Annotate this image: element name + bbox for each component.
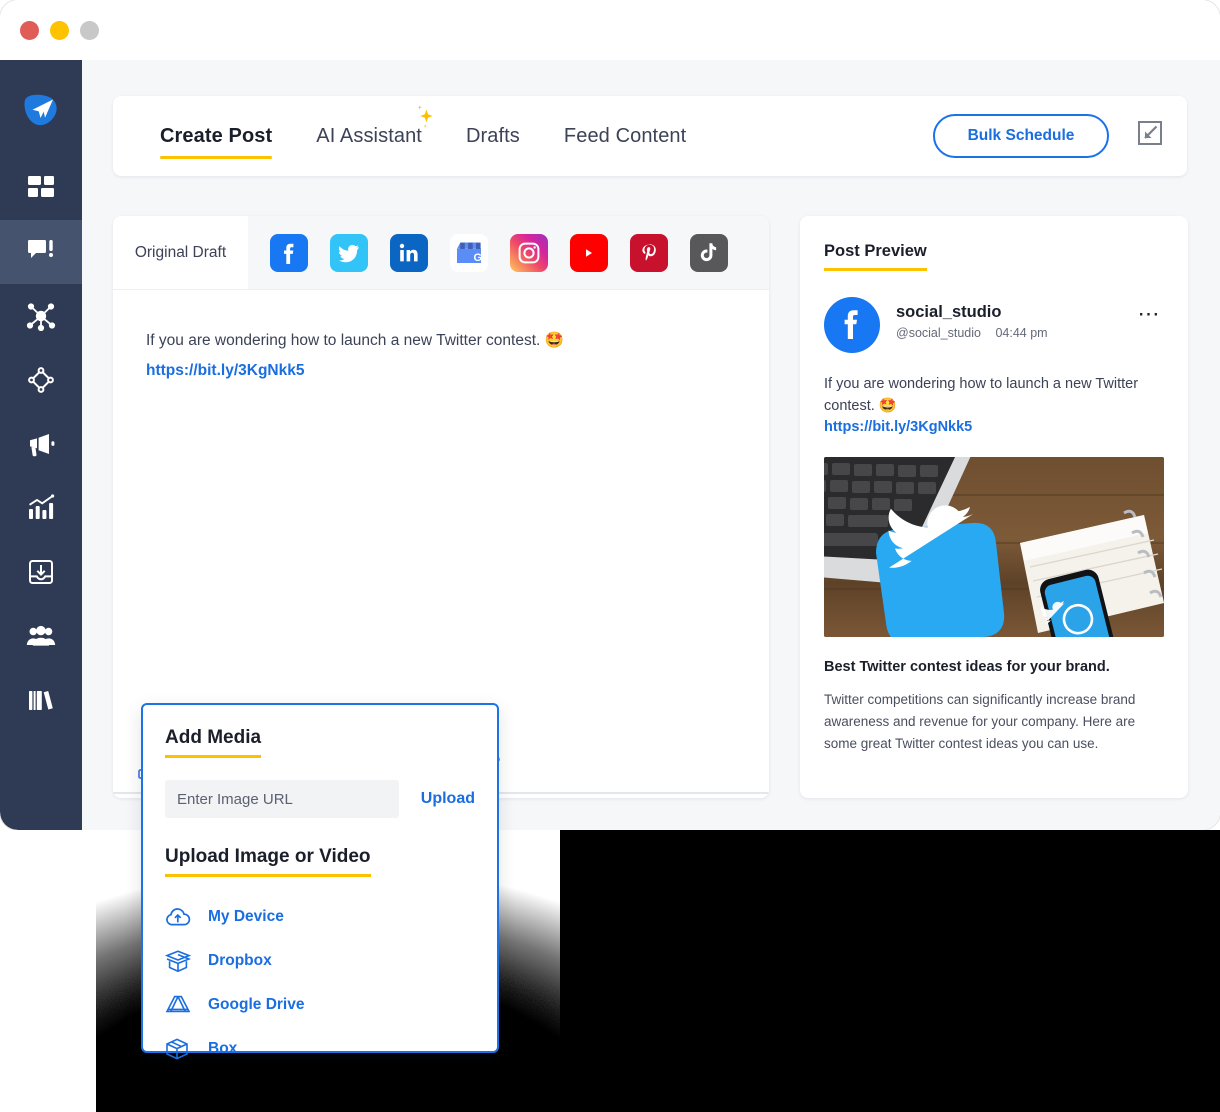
image-url-row: Upload: [165, 780, 475, 818]
sidebar-item-dashboard[interactable]: [0, 156, 82, 220]
svg-text:G: G: [474, 252, 483, 264]
upload-button[interactable]: Upload: [421, 790, 475, 808]
image-url-input[interactable]: [165, 780, 399, 818]
app-root: Create Post AI Assistant Drafts Feed Con…: [0, 0, 1220, 1112]
upload-source-label: Dropbox: [208, 952, 272, 969]
preview-account-meta: @social_studio 04:44 pm: [896, 326, 1048, 340]
sidebar-item-engage[interactable]: [0, 284, 82, 348]
sidebar-item-analytics[interactable]: [0, 476, 82, 540]
top-tab-bar: Create Post AI Assistant Drafts Feed Con…: [113, 96, 1187, 176]
preview-link-title: Best Twitter contest ideas for your bran…: [824, 658, 1110, 675]
platform-tab-facebook[interactable]: [270, 233, 308, 272]
upload-source-box[interactable]: Box: [165, 1027, 475, 1071]
tab-original-draft[interactable]: Original Draft: [113, 216, 248, 289]
platform-tab-pinterest[interactable]: [630, 233, 668, 272]
preview-title: Post Preview: [824, 242, 927, 271]
close-window-button[interactable]: [20, 20, 39, 40]
bar-chart-trend-icon: [27, 494, 55, 522]
paper-plane-icon: [19, 86, 63, 130]
users-group-icon: [26, 624, 56, 648]
tab-ai-assistant[interactable]: AI Assistant: [294, 104, 444, 148]
preview-account-name: social_studio: [896, 303, 1002, 321]
post-preview-card: Post Preview social_studio @social_studi…: [800, 216, 1188, 798]
minimize-window-button[interactable]: [50, 20, 69, 40]
preview-timestamp: 04:44 pm: [995, 326, 1048, 340]
network-nodes-icon: [26, 301, 56, 331]
platform-tab-instagram[interactable]: [510, 233, 548, 272]
diamond-nodes-icon: [27, 366, 55, 394]
upload-source-dropbox[interactable]: Dropbox: [165, 939, 475, 983]
facebook-icon: [829, 300, 875, 351]
preview-body-link[interactable]: https://bit.ly/3KgNkk5: [824, 419, 1164, 435]
sidebar-item-team[interactable]: [0, 604, 82, 668]
platform-tab-google-business-profile[interactable]: G: [450, 233, 488, 272]
compose-square-icon[interactable]: [1137, 120, 1163, 151]
upload-source-google-drive[interactable]: Google Drive: [165, 983, 475, 1027]
preview-body-text: If you are wondering how to launch a new…: [824, 376, 1139, 415]
tab-feed-content[interactable]: Feed Content: [542, 125, 708, 148]
preview-account-handle: @social_studio: [896, 326, 981, 340]
dashboard-grid-icon: [27, 174, 55, 202]
box-cube-icon: [165, 1037, 199, 1061]
tab-drafts[interactable]: Drafts: [444, 125, 542, 148]
download-tray-icon: [27, 558, 55, 586]
sidebar-item-reports[interactable]: [0, 540, 82, 604]
compose-message-icon: [27, 239, 55, 265]
platform-tab-twitter[interactable]: [330, 233, 368, 272]
preview-account-names: social_studio @social_studio 04:44 pm: [896, 297, 1048, 340]
avatar: [824, 297, 880, 353]
tab-ai-assistant-label: AI Assistant: [316, 124, 422, 147]
post-link[interactable]: https://bit.ly/3KgNkk5: [146, 362, 304, 380]
megaphone-icon: [26, 431, 56, 457]
platform-tab-linkedin[interactable]: [390, 233, 428, 272]
books-icon: [27, 686, 55, 714]
cloud-upload-icon: [165, 907, 199, 927]
sidebar-item-advertise[interactable]: [0, 412, 82, 476]
bulk-schedule-button[interactable]: Bulk Schedule: [933, 114, 1109, 158]
dropbox-box-icon: [165, 949, 199, 973]
preview-link-description: Twitter competitions can significantly i…: [824, 691, 1136, 751]
upload-source-my-device[interactable]: My Device: [165, 895, 475, 939]
post-text[interactable]: If you are wondering how to launch a new…: [146, 330, 726, 352]
sidebar-item-brand-logo[interactable]: [0, 60, 82, 156]
sidebar-item-library[interactable]: [0, 668, 82, 732]
preview-image: [824, 456, 1164, 637]
maximize-window-button[interactable]: [80, 20, 99, 40]
platform-tab-row: Original Draft G: [113, 216, 769, 289]
platform-tab-youtube[interactable]: [570, 233, 608, 272]
window-titlebar: [0, 0, 1220, 60]
add-media-popup: Add Media Upload Upload Image or Video M…: [141, 703, 499, 1060]
tab-list: Create Post AI Assistant Drafts Feed Con…: [138, 104, 708, 159]
dark-block: [560, 830, 1220, 1112]
sidebar: [0, 60, 82, 830]
sparkle-icon: [413, 103, 437, 135]
add-media-title: Add Media: [165, 727, 262, 758]
sidebar-item-publish[interactable]: [0, 220, 82, 284]
upload-source-label: Box: [208, 1040, 238, 1057]
tab-create-post[interactable]: Create Post: [138, 125, 294, 159]
sidebar-item-listening[interactable]: [0, 348, 82, 412]
ellipsis-icon[interactable]: ⋯: [1138, 303, 1163, 325]
upload-source-label: Google Drive: [208, 996, 305, 1013]
upload-source-list: My Device Dropbox Google Drive Box: [165, 895, 475, 1071]
preview-account-header: social_studio @social_studio 04:44 pm ⋯: [824, 297, 1164, 353]
platform-tab-tiktok[interactable]: [690, 233, 728, 272]
upload-source-label: My Device: [208, 908, 284, 925]
upload-section-title: Upload Image or Video: [165, 846, 371, 877]
google-drive-icon: [165, 994, 199, 1016]
